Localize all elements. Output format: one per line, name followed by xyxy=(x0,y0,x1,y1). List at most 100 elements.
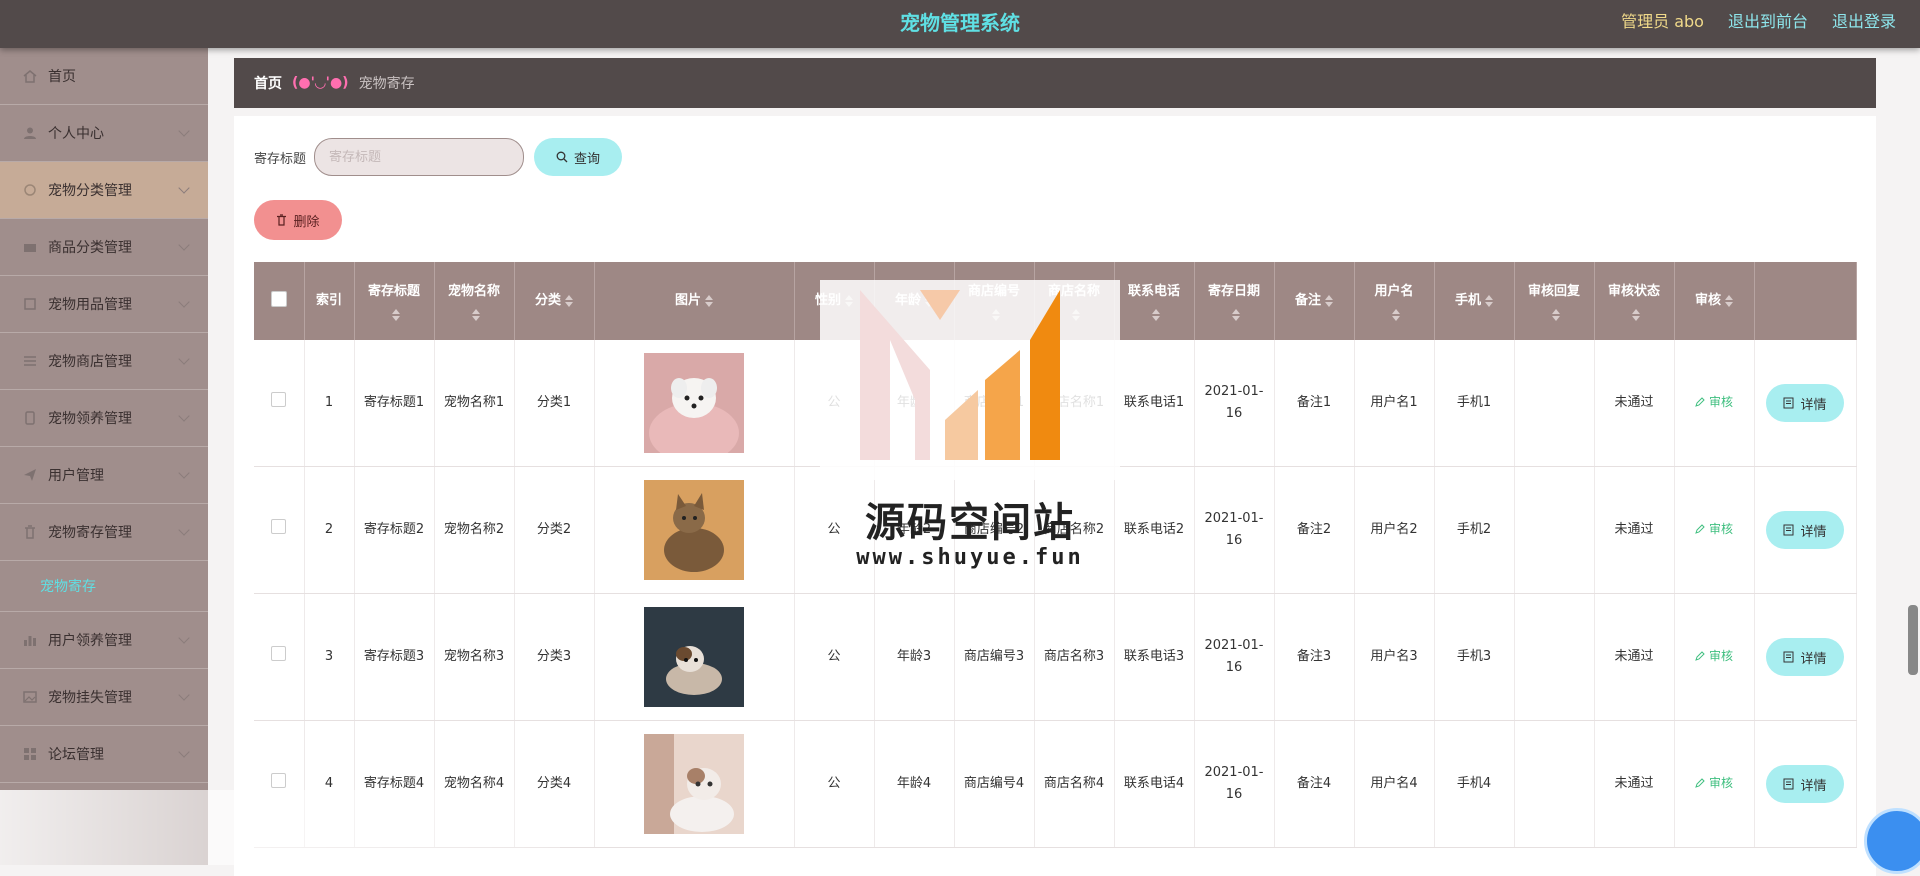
sidebar-item-pet-adoption[interactable]: 宠物领养管理 xyxy=(0,390,208,447)
sort-icon[interactable] xyxy=(705,295,713,307)
sidebar-item-goods-category[interactable]: 商品分类管理 xyxy=(0,219,208,276)
sidebar-item-profile[interactable]: 个人中心 xyxy=(0,105,208,162)
column-header[interactable]: 年龄 xyxy=(874,262,955,340)
audit-link[interactable]: 审核 xyxy=(1695,772,1733,794)
column-header[interactable]: 用户名 xyxy=(1354,262,1435,340)
sidebar-item-pet-storage[interactable]: 宠物寄存管理 xyxy=(0,504,208,561)
sidebar-item-user-management[interactable]: 用户管理 xyxy=(0,447,208,504)
column-header[interactable]: 商店名称 xyxy=(1034,262,1115,340)
sidebar-item-home[interactable]: 首页 xyxy=(0,48,208,105)
cell-pet-name: 宠物名称1 xyxy=(434,340,515,467)
column-header[interactable]: 性别 xyxy=(794,262,875,340)
column-header[interactable]: 寄存日期 xyxy=(1194,262,1275,340)
query-button[interactable]: 查询 xyxy=(534,138,623,176)
sidebar-item-pet-category[interactable]: 宠物分类管理 xyxy=(0,162,208,219)
sort-icon[interactable] xyxy=(1072,309,1080,321)
sort-icon[interactable] xyxy=(1725,295,1733,307)
detail-button[interactable]: 详情 xyxy=(1766,765,1844,803)
category-icon xyxy=(22,183,38,197)
cell-mobile: 手机3 xyxy=(1434,593,1515,721)
audit-link[interactable]: 审核 xyxy=(1695,518,1733,540)
sidebar-item-label: 商品分类管理 xyxy=(48,240,132,256)
chevron-down-icon xyxy=(178,746,190,758)
sidebar-item-forum[interactable]: 论坛管理 xyxy=(0,726,208,783)
list-icon xyxy=(22,354,38,368)
column-header-actions xyxy=(1754,262,1857,340)
cell-status: 未通过 xyxy=(1594,340,1675,467)
cell-username: 用户名2 xyxy=(1354,466,1435,594)
row-checkbox[interactable] xyxy=(271,518,287,534)
detail-button[interactable]: 详情 xyxy=(1766,511,1844,549)
audit-link[interactable]: 审核 xyxy=(1695,645,1733,667)
sort-icon[interactable] xyxy=(1325,295,1333,307)
back-to-front-link[interactable]: 退出到前台 xyxy=(1728,8,1808,32)
detail-button[interactable]: 详情 xyxy=(1766,638,1844,676)
cell-reply xyxy=(1514,340,1595,467)
cell-mobile: 手机1 xyxy=(1434,340,1515,467)
logout-link[interactable]: 退出登录 xyxy=(1832,8,1896,32)
sort-icon[interactable] xyxy=(472,309,480,321)
cell-shop-name: 商店名称3 xyxy=(1034,593,1115,721)
header-actions: 管理员 abo 退出到前台 退出登录 xyxy=(1621,8,1896,32)
column-header[interactable]: 商店编号 xyxy=(954,262,1035,340)
cell-shop-no: 商店编号4 xyxy=(954,720,1035,848)
column-header[interactable]: 分类 xyxy=(514,262,595,340)
breadcrumb-home[interactable]: 首页 xyxy=(254,73,282,93)
column-header[interactable]: 寄存标题 xyxy=(354,262,435,340)
cell-actions: 详情 xyxy=(1754,593,1857,721)
sort-icon[interactable] xyxy=(1632,309,1640,321)
cell-mobile: 手机4 xyxy=(1434,720,1515,848)
column-header[interactable]: 审核回复 xyxy=(1514,262,1595,340)
sort-icon[interactable] xyxy=(1485,295,1493,307)
column-header[interactable]: 图片 xyxy=(594,262,795,340)
breadcrumb: 首页 (●'◡'●) 宠物寄存 xyxy=(234,58,1876,108)
cell-audit: 审核 xyxy=(1674,340,1755,467)
column-header[interactable]: 宠物名称 xyxy=(434,262,515,340)
audit-link[interactable]: 审核 xyxy=(1695,391,1733,413)
cell-phone: 联系电话2 xyxy=(1114,466,1195,594)
chevron-down-icon xyxy=(178,353,190,365)
cell-phone: 联系电话4 xyxy=(1114,720,1195,848)
submenu-item-pet-storage[interactable]: 宠物寄存 xyxy=(0,561,208,612)
sort-icon[interactable] xyxy=(925,295,933,307)
sort-icon[interactable] xyxy=(992,309,1000,321)
sort-icon[interactable] xyxy=(565,295,573,307)
column-header[interactable]: 审核状态 xyxy=(1594,262,1675,340)
cell-date: 2021-01-16 xyxy=(1194,593,1275,721)
sort-icon[interactable] xyxy=(1392,309,1400,321)
cell-index: 3 xyxy=(304,593,355,721)
select-all-checkbox[interactable] xyxy=(270,291,287,307)
cell-date: 2021-01-16 xyxy=(1194,340,1275,467)
sort-icon[interactable] xyxy=(1552,309,1560,321)
breadcrumb-separator: (●'◡'●) xyxy=(292,75,349,91)
row-checkbox[interactable] xyxy=(271,772,287,788)
sidebar-item-user-adoption[interactable]: 用户领养管理 xyxy=(0,612,208,669)
pet-photo xyxy=(644,480,744,580)
sort-icon[interactable] xyxy=(1152,309,1160,321)
column-header[interactable]: 手机 xyxy=(1434,262,1515,340)
cell-date: 2021-01-16 xyxy=(1194,466,1275,594)
sidebar-item-pet-supplies[interactable]: 宠物用品管理 xyxy=(0,276,208,333)
column-header[interactable]: 备注 xyxy=(1274,262,1355,340)
bottom-overlay xyxy=(0,790,560,865)
row-checkbox[interactable] xyxy=(271,391,287,407)
column-header[interactable]: 联系电话 xyxy=(1114,262,1195,340)
row-checkbox[interactable] xyxy=(271,645,287,661)
cell-category: 分类1 xyxy=(514,340,595,467)
cell-username: 用户名3 xyxy=(1354,593,1435,721)
sidebar-item-pet-shop[interactable]: 宠物商店管理 xyxy=(0,333,208,390)
delete-button[interactable]: 删除 xyxy=(254,200,342,240)
sort-icon[interactable] xyxy=(1232,309,1240,321)
search-input[interactable] xyxy=(314,138,525,176)
cell-reply xyxy=(1514,720,1595,848)
cell-actions: 详情 xyxy=(1754,340,1857,467)
home-icon xyxy=(22,69,38,83)
sort-icon[interactable] xyxy=(392,309,400,321)
sidebar-item-label: 宠物挂失管理 xyxy=(48,690,132,706)
trash-icon xyxy=(277,214,287,226)
sidebar-item-pet-lost[interactable]: 宠物挂失管理 xyxy=(0,669,208,726)
scrollbar[interactable] xyxy=(1908,605,1918,675)
column-header[interactable]: 审核 xyxy=(1674,262,1755,340)
sort-icon[interactable] xyxy=(845,295,853,307)
detail-button[interactable]: 详情 xyxy=(1766,384,1844,422)
